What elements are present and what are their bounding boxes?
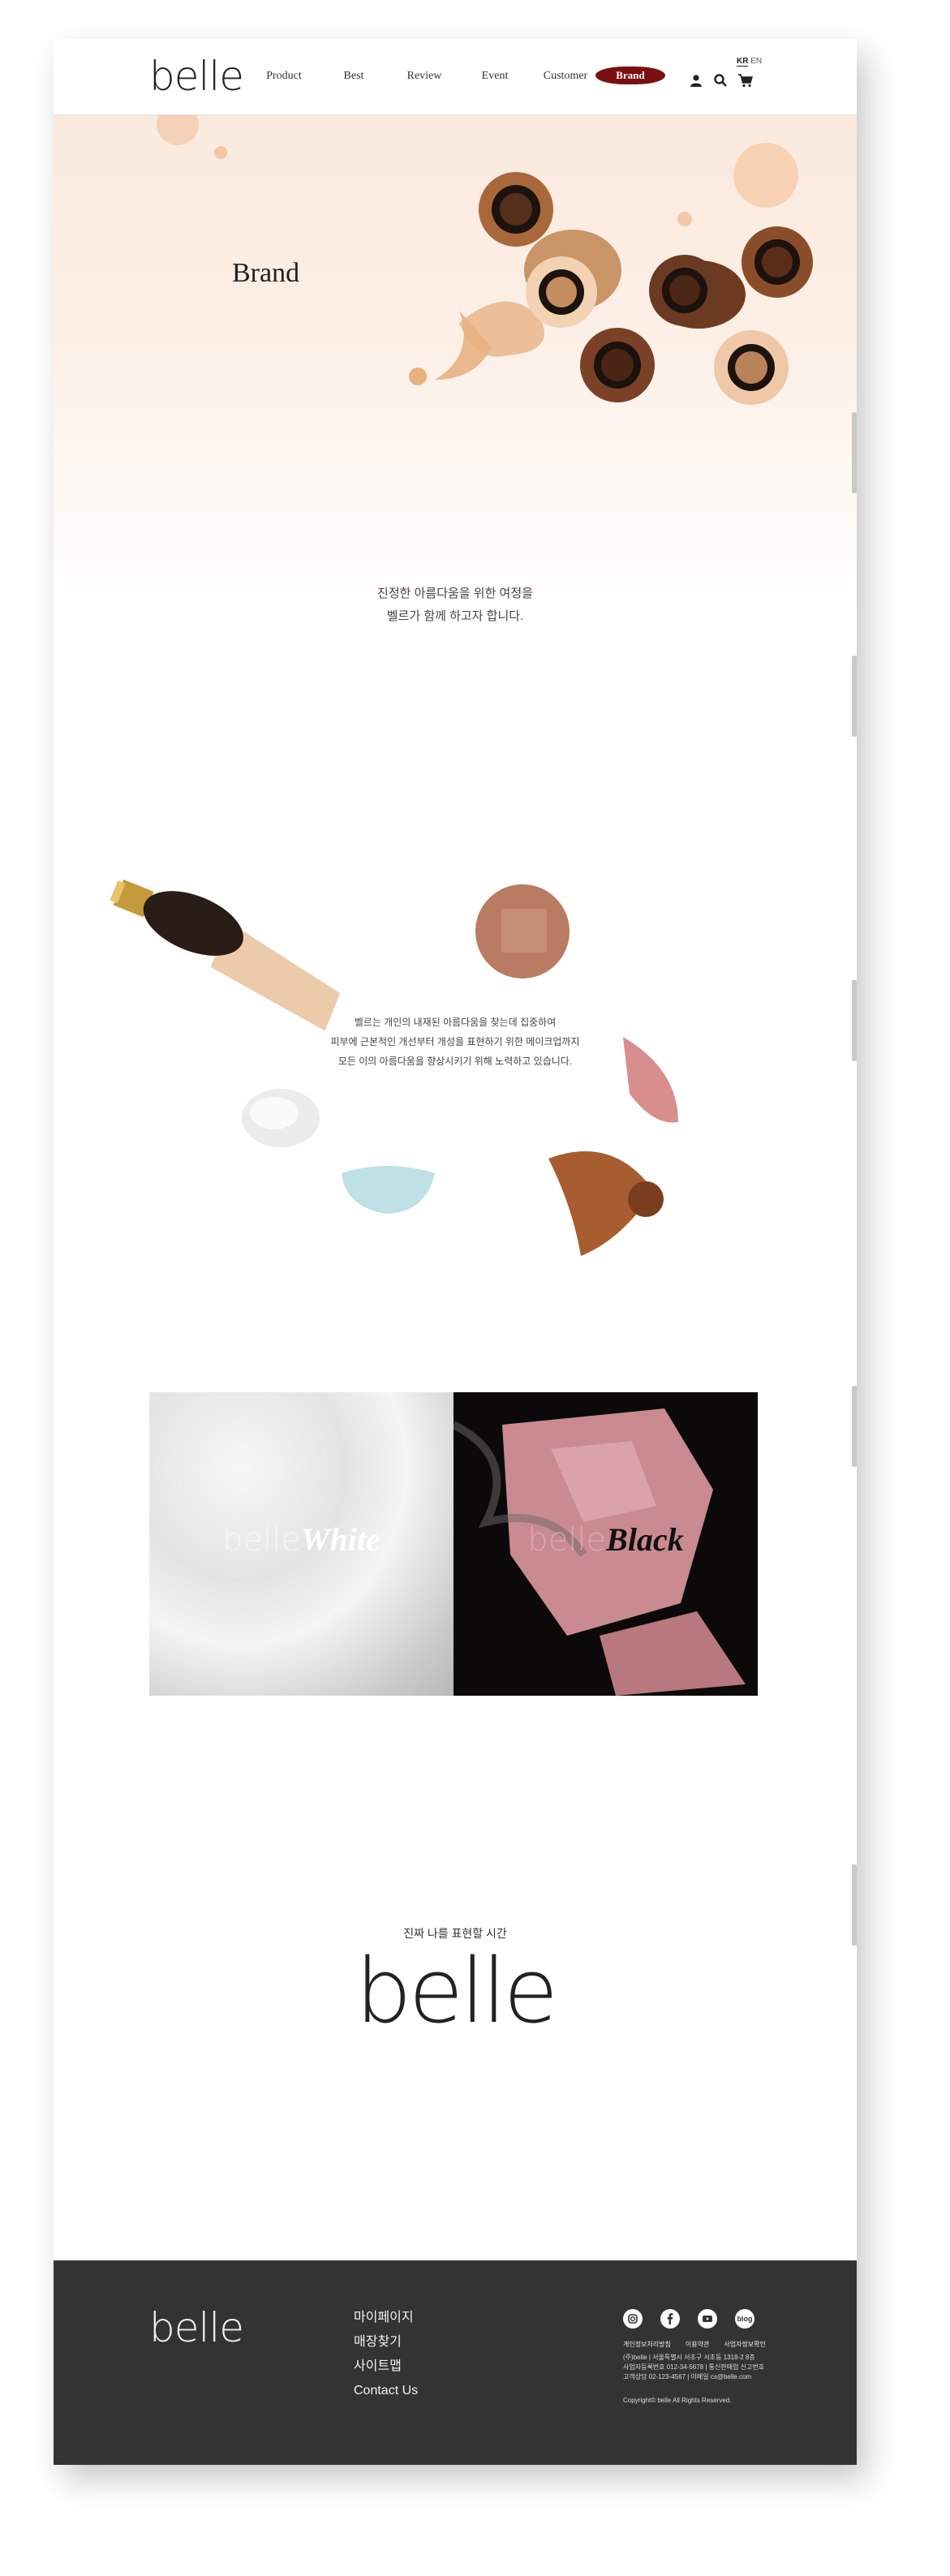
product-lines: belleWhite belleBlack	[149, 1392, 758, 1696]
header-icons	[689, 73, 753, 88]
scroll-markers	[850, 39, 857, 2465]
scroll-marker	[852, 656, 857, 737]
belle-black-prefix: belle	[527, 1521, 607, 1559]
company-info-line1: (주)belle | 서울특별시 서초구 서초동 1318-2 8층	[623, 2354, 755, 2361]
brand-philosophy-text: 벨르는 개인의 내재된 아름다움을 찾는데 집중하여 피부에 근본적인 개선부터…	[54, 1013, 857, 1071]
scroll-marker	[852, 980, 857, 1061]
search-icon[interactable]	[713, 73, 728, 88]
nav-brand-button[interactable]: Brand	[595, 67, 665, 84]
closing-logo: belle	[355, 1939, 558, 2043]
terms-link[interactable]: 이용약관	[686, 2340, 709, 2349]
cosmetics-swatches-image	[110, 879, 678, 1256]
hero-section: Brand 진정한 아름다움을 위한 여정을 벨르가 함께 하고자 합니다.	[54, 103, 857, 623]
nav-product[interactable]: Product	[255, 70, 313, 83]
footer-menu: 마이페이지 매장찾기 사이트맵 Contact Us	[354, 2306, 418, 2403]
belle-white-name: White	[301, 1521, 380, 1558]
lang-kr[interactable]: KR	[737, 57, 749, 67]
footer-policy-links: 개인정보처리방침 이용약관 사업자정보확인	[623, 2340, 766, 2349]
hero-text-line2: 벨르가 함께 하고자 합니다.	[386, 609, 524, 623]
company-info-line3: 고객상담 02-123-4567 | 이메일 cs@belle.com	[623, 2373, 752, 2380]
header-logo[interactable]: belle	[149, 54, 244, 99]
belle-white-label: belleWhite	[149, 1520, 454, 1559]
business-info-link[interactable]: 사업자정보확인	[724, 2340, 766, 2349]
lang-en[interactable]: EN	[750, 57, 762, 66]
youtube-icon[interactable]	[698, 2309, 717, 2329]
hero-text: 진정한 아름다움을 위한 여정을 벨르가 함께 하고자 합니다.	[54, 583, 857, 628]
instagram-icon[interactable]	[623, 2309, 643, 2329]
facebook-icon[interactable]	[660, 2309, 680, 2329]
page-card: belle Product Best Review Event Customer…	[54, 39, 857, 2465]
footer-link-contact[interactable]: Contact Us	[354, 2379, 418, 2403]
brand-philosophy-line2: 피부에 근본적인 개선부터 개성을 표현하기 위한 메이크업까지	[330, 1036, 580, 1047]
privacy-policy-link[interactable]: 개인정보처리방침	[623, 2340, 671, 2349]
belle-white-panel[interactable]: belleWhite	[149, 1392, 454, 1696]
cart-icon[interactable]	[737, 73, 753, 88]
nav-customer[interactable]: Customer	[535, 70, 595, 83]
belle-black-panel[interactable]: belleBlack	[454, 1392, 758, 1696]
footer-logo[interactable]: belle	[149, 2304, 244, 2351]
belle-black-label: belleBlack	[454, 1520, 758, 1559]
scroll-marker	[852, 1864, 857, 1946]
scroll-marker	[852, 1386, 857, 1467]
blog-icon[interactable]: blog	[735, 2309, 754, 2329]
hero-text-line1: 진정한 아름다움을 위한 여정을	[377, 587, 533, 600]
nav-best[interactable]: Best	[313, 70, 394, 83]
footer-link-mypage[interactable]: 마이페이지	[354, 2306, 418, 2330]
nav-event[interactable]: Event	[454, 70, 535, 83]
main-nav: Product Best Review Event Customer	[255, 70, 595, 83]
social-links: blog	[623, 2309, 754, 2329]
belle-black-name: Black	[606, 1521, 684, 1558]
belle-white-prefix: belle	[222, 1521, 302, 1559]
language-switch: KR EN	[737, 57, 762, 67]
scroll-marker	[852, 412, 857, 493]
copyright: Copyright© belle All Rights Reserved.	[623, 2397, 732, 2404]
site-footer: belle 마이페이지 매장찾기 사이트맵 Contact Us blog 개인…	[54, 2260, 857, 2465]
site-header: belle Product Best Review Event Customer…	[54, 39, 857, 115]
brand-philosophy-line3: 모든 이의 아름다움을 향상시키기 위해 노력하고 있습니다.	[337, 1056, 573, 1067]
company-info: (주)belle | 서울특별시 서초구 서초동 1318-2 8층 사업자등록…	[623, 2353, 785, 2382]
footer-link-store-finder[interactable]: 매장찾기	[354, 2330, 418, 2355]
footer-link-sitemap[interactable]: 사이트맵	[354, 2355, 418, 2379]
company-info-line2: 사업자등록번호 012-34-5678 | 통신판매업 신고번호	[623, 2363, 765, 2371]
user-icon[interactable]	[689, 73, 703, 88]
nav-review[interactable]: Review	[394, 70, 454, 83]
brand-philosophy-line1: 벨르는 개인의 내재된 아름다움을 찾는데 집중하여	[354, 1017, 557, 1028]
